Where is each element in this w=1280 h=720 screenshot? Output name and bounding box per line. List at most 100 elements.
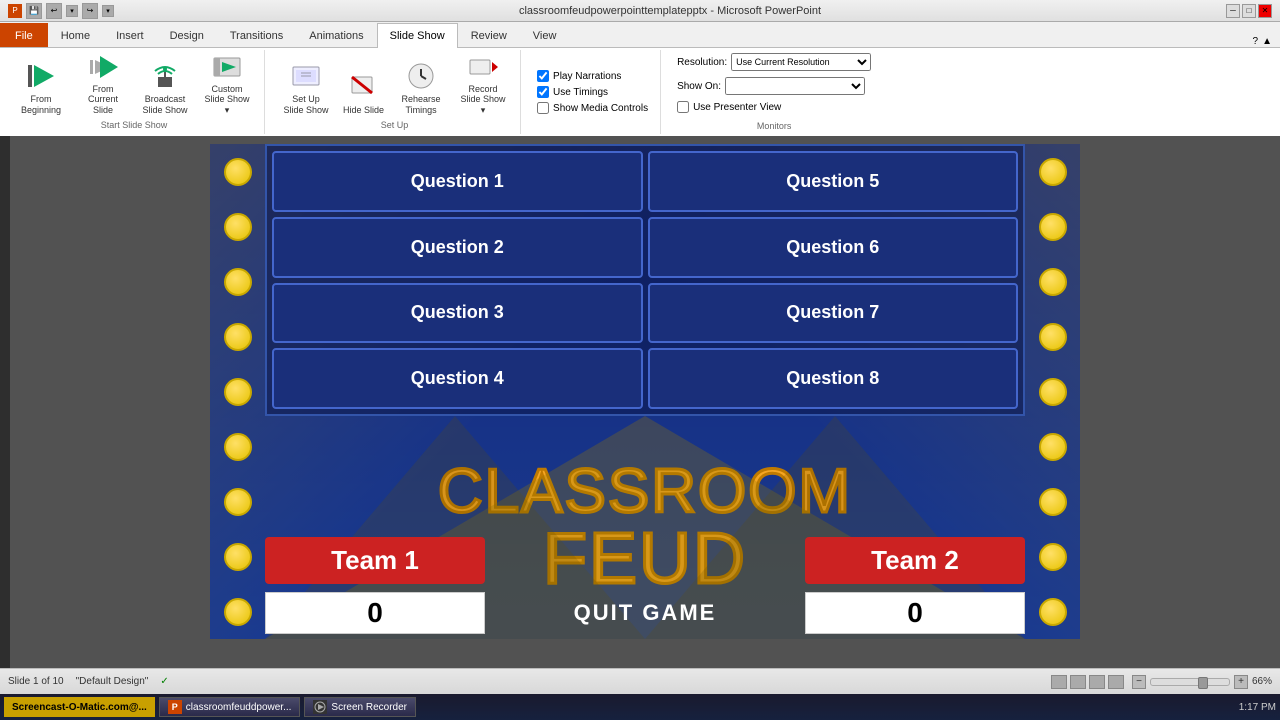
- right-circles: [1025, 144, 1080, 639]
- close-button[interactable]: ✕: [1258, 4, 1272, 18]
- quick-redo[interactable]: ↪: [82, 3, 98, 19]
- group-start-slideshow: From Beginning From Current Slide: [4, 50, 265, 134]
- question-7-button[interactable]: Question 7: [648, 283, 1019, 344]
- question-1-button[interactable]: Question 1: [272, 151, 643, 212]
- question-6-button[interactable]: Question 6: [648, 217, 1019, 278]
- circle-dot: [224, 543, 252, 571]
- resolution-label: Resolution:: [677, 57, 727, 68]
- presenter-view-label: Use Presenter View: [693, 102, 781, 113]
- zoom-level: 66%: [1252, 676, 1272, 687]
- team1-button[interactable]: Team 1: [265, 537, 485, 584]
- monitors-group-label: Monitors: [677, 121, 871, 131]
- show-on-row: Show On:: [677, 77, 871, 95]
- circle-dot: [1039, 598, 1067, 626]
- presenter-view-checkbox[interactable]: [677, 101, 689, 113]
- reading-view-button[interactable]: [1089, 675, 1105, 689]
- setup-slideshow-icon: [290, 60, 322, 92]
- question-4-button[interactable]: Question 4: [272, 348, 643, 409]
- from-current-button[interactable]: From Current Slide: [74, 58, 132, 118]
- quick-more[interactable]: ▾: [102, 5, 114, 17]
- taskbar-recorder[interactable]: Screen Recorder: [304, 697, 416, 717]
- presenter-view-row: Use Presenter View: [677, 101, 871, 113]
- resolution-select[interactable]: Use Current Resolution: [731, 53, 871, 71]
- taskbar-screencast[interactable]: Screencast-O-Matic.com@...: [4, 697, 155, 717]
- help-icon[interactable]: ?: [1253, 36, 1259, 47]
- circle-dot: [1039, 378, 1067, 406]
- circle-dot: [224, 433, 252, 461]
- team-buttons-row: Team 1 Team 2: [265, 537, 1025, 584]
- group-setup: Set Up Slide Show Hide Slide Rehearse Ti…: [269, 50, 521, 134]
- question-2-button[interactable]: Question 2: [272, 217, 643, 278]
- team1-score: 0: [265, 592, 485, 634]
- slide-canvas: Question 1 Question 5 Question 2 Questio…: [210, 144, 1080, 639]
- use-timings-row: Use Timings: [537, 86, 648, 98]
- tab-design[interactable]: Design: [157, 23, 217, 47]
- play-narrations-checkbox[interactable]: [537, 70, 549, 82]
- slideshow-button[interactable]: [1108, 675, 1124, 689]
- team2-button[interactable]: Team 2: [805, 537, 1025, 584]
- slide-panel: [0, 136, 10, 668]
- custom-slideshow-button[interactable]: Custom Slide Show ▾: [198, 58, 256, 118]
- tab-file[interactable]: File: [0, 23, 48, 47]
- resolution-row: Resolution: Use Current Resolution: [677, 53, 871, 71]
- minimize-button[interactable]: ─: [1226, 4, 1240, 18]
- quick-dropdown[interactable]: ▾: [66, 5, 78, 17]
- tab-slideshow[interactable]: Slide Show: [377, 23, 458, 48]
- circle-dot: [224, 488, 252, 516]
- tab-home[interactable]: Home: [48, 23, 103, 47]
- setup-buttons: Set Up Slide Show Hide Slide Rehearse Ti…: [277, 54, 512, 118]
- window-title: classroomfeudpowerpointtemplatepptx - Mi…: [114, 5, 1226, 17]
- record-icon: [467, 52, 499, 82]
- hide-slide-button[interactable]: Hide Slide: [339, 58, 388, 118]
- recorder-icon: [313, 700, 327, 714]
- from-current-icon: [87, 52, 119, 82]
- circle-dot: [224, 323, 252, 351]
- tab-transitions[interactable]: Transitions: [217, 23, 296, 47]
- quick-undo[interactable]: ↩: [46, 3, 62, 19]
- question-8-button[interactable]: Question 8: [648, 348, 1019, 409]
- view-buttons: [1051, 675, 1124, 689]
- record-button[interactable]: Record Slide Show ▾: [454, 58, 512, 118]
- broadcast-label: Broadcast Slide Show: [140, 94, 190, 116]
- circle-dot: [1039, 323, 1067, 351]
- rehearse-label: Rehearse Timings: [396, 94, 446, 116]
- zoom-slider[interactable]: [1150, 678, 1230, 686]
- tab-view[interactable]: View: [520, 23, 570, 47]
- taskbar: Screencast-O-Matic.com@... P classroomfe…: [0, 694, 1280, 720]
- play-narrations-label: Play Narrations: [553, 71, 621, 82]
- zoom-controls: − + 66%: [1132, 675, 1272, 689]
- question-5-button[interactable]: Question 5: [648, 151, 1019, 212]
- question-3-button[interactable]: Question 3: [272, 283, 643, 344]
- quit-button[interactable]: QUIT GAME: [574, 600, 717, 626]
- use-timings-checkbox[interactable]: [537, 86, 549, 98]
- circle-dot: [1039, 543, 1067, 571]
- from-beginning-icon: [25, 60, 57, 92]
- hide-slide-icon: [348, 71, 380, 103]
- broadcast-button[interactable]: Broadcast Slide Show: [136, 58, 194, 118]
- tab-insert[interactable]: Insert: [103, 23, 157, 47]
- slide-sorter-button[interactable]: [1070, 675, 1086, 689]
- slide-canvas-wrapper: Question 1 Question 5 Question 2 Questio…: [10, 136, 1280, 668]
- status-left: Slide 1 of 10 "Default Design" ✓: [8, 676, 169, 687]
- show-media-row: Show Media Controls: [537, 102, 648, 114]
- rehearse-button[interactable]: Rehearse Timings: [392, 58, 450, 118]
- zoom-in-button[interactable]: +: [1234, 675, 1248, 689]
- ribbon-tabs: File Home Insert Design Transitions Anim…: [0, 22, 1280, 48]
- start-slideshow-group-label: Start Slide Show: [101, 120, 168, 130]
- zoom-out-button[interactable]: −: [1132, 675, 1146, 689]
- slide-info: Slide 1 of 10: [8, 676, 64, 687]
- normal-view-button[interactable]: [1051, 675, 1067, 689]
- show-media-checkbox[interactable]: [537, 102, 549, 114]
- from-beginning-button[interactable]: From Beginning: [12, 58, 70, 118]
- show-on-select[interactable]: [725, 77, 865, 95]
- quick-save[interactable]: 💾: [26, 3, 42, 19]
- status-right: − + 66%: [1051, 675, 1272, 689]
- media-checkboxes: Play Narrations Use Timings Show Media C…: [525, 50, 661, 134]
- ribbon-minimize-icon[interactable]: ▲: [1262, 36, 1272, 47]
- restore-button[interactable]: □: [1242, 4, 1256, 18]
- tab-animations[interactable]: Animations: [296, 23, 376, 47]
- circle-dot: [224, 158, 252, 186]
- tab-review[interactable]: Review: [458, 23, 520, 47]
- setup-slideshow-button[interactable]: Set Up Slide Show: [277, 58, 335, 118]
- taskbar-powerpoint[interactable]: P classroomfeuddpower...: [159, 697, 301, 717]
